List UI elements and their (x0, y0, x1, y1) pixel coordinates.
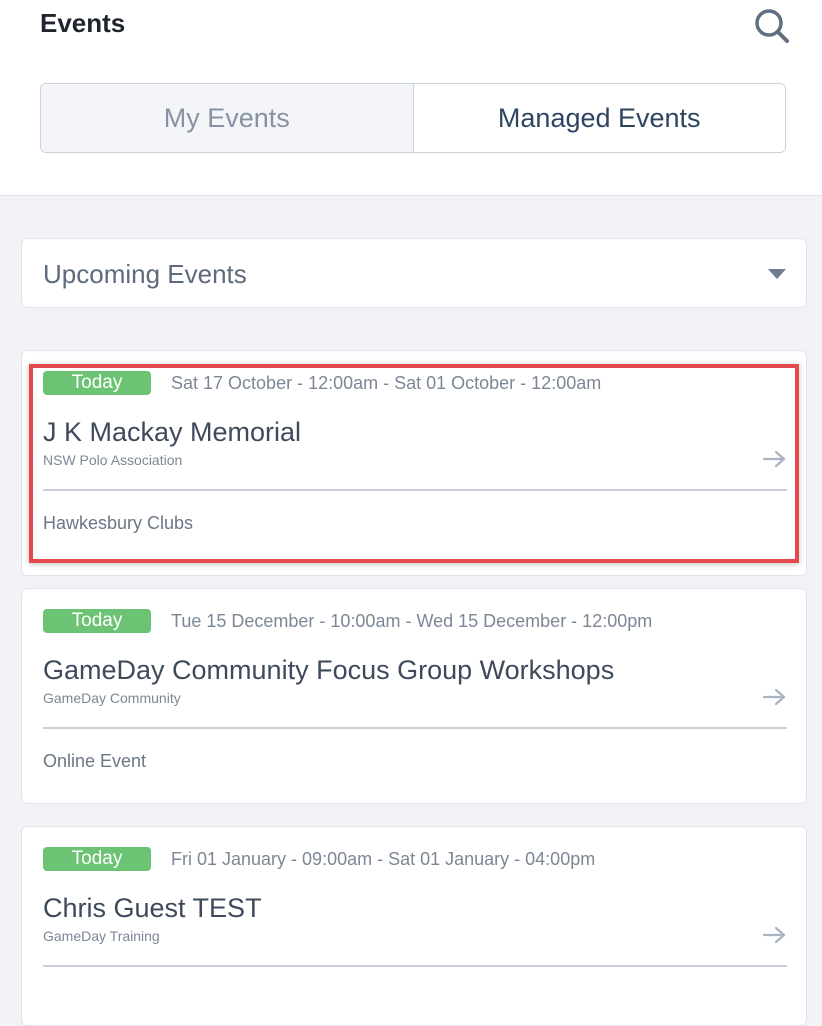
event-title: Chris Guest TEST (43, 893, 262, 923)
tab-my-events[interactable]: My Events (41, 84, 414, 152)
card-divider (43, 727, 787, 729)
event-location: Hawkesbury Clubs (43, 513, 194, 533)
event-title: J K Mackay Memorial (43, 417, 302, 447)
arrow-right-icon[interactable] (762, 925, 788, 945)
event-card[interactable]: Today Sat 17 October - 12:00am - Sat 01 … (21, 350, 807, 576)
event-dates: Sat 17 October - 12:00am - Sat 01 Octobe… (171, 373, 602, 393)
event-card[interactable]: Today Fri 01 January - 09:00am - Sat 01 … (21, 826, 807, 1026)
event-organisation: GameDay Community (43, 690, 181, 706)
arrow-right-icon[interactable] (762, 449, 788, 469)
today-badge: Today (43, 371, 151, 395)
card-divider (43, 965, 787, 967)
tab-managed-events[interactable]: Managed Events (413, 84, 785, 152)
event-location: Online Event (43, 751, 147, 771)
card-divider (43, 489, 787, 491)
event-dates: Fri 01 January - 09:00am - Sat 01 Januar… (171, 849, 596, 869)
event-card[interactable]: Today Tue 15 December - 10:00am - Wed 15… (21, 588, 807, 804)
event-title: GameDay Community Focus Group Workshops (43, 655, 615, 685)
event-organisation: GameDay Training (43, 928, 160, 944)
event-dates: Tue 15 December - 10:00am - Wed 15 Decem… (171, 611, 653, 631)
page-title: Events (40, 8, 126, 38)
event-filter-dropdown[interactable]: Upcoming Events (21, 238, 807, 308)
today-badge: Today (43, 609, 151, 633)
filter-selected-value: Upcoming Events (43, 259, 247, 289)
chevron-down-icon (768, 269, 786, 279)
app-header: Events My Events Managed Events (0, 0, 822, 196)
search-icon[interactable] (752, 6, 792, 46)
today-badge: Today (43, 847, 151, 871)
event-organisation: NSW Polo Association (43, 452, 183, 468)
arrow-right-icon[interactable] (762, 687, 788, 707)
event-tabs: My Events Managed Events (40, 83, 786, 153)
